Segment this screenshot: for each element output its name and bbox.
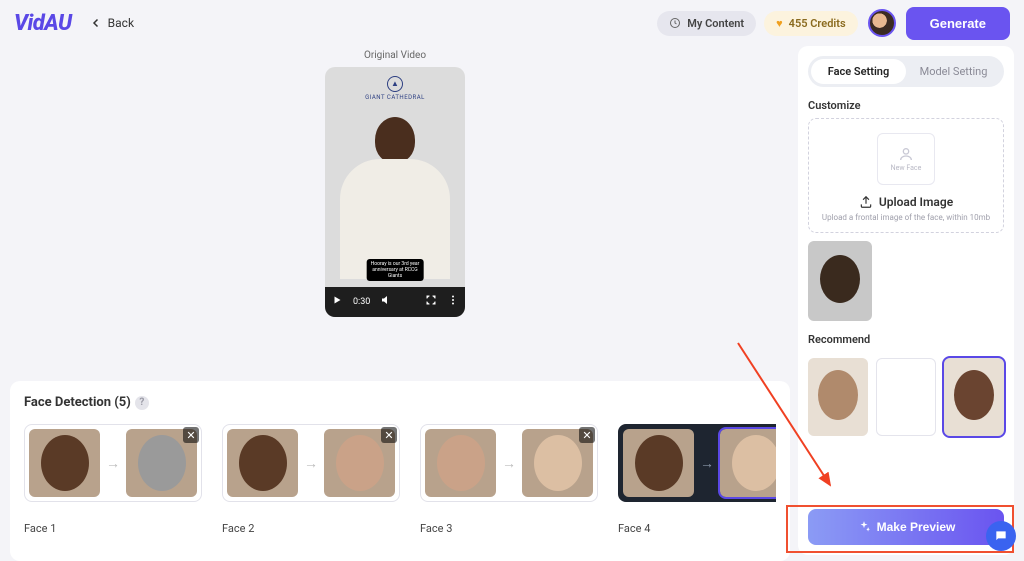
play-icon[interactable] — [331, 294, 343, 310]
heart-icon: ♥ — [776, 17, 783, 30]
face-item-4[interactable]: → ✕ Face 4 — [618, 424, 776, 535]
close-icon[interactable]: ✕ — [183, 427, 199, 443]
my-content-label: My Content — [687, 17, 744, 30]
original-video-label: Original Video — [0, 50, 790, 61]
recommend-face-2[interactable] — [876, 358, 936, 436]
customize-label: Customize — [808, 99, 1004, 112]
upload-box[interactable]: New Face Upload Image Upload a frontal i… — [808, 118, 1004, 233]
arrow-right-icon: → — [502, 455, 516, 472]
video-controls: 0:30 — [325, 287, 465, 317]
top-bar: VidAU Back My Content ♥ 455 Credits Gene… — [0, 0, 1024, 46]
close-icon[interactable]: ✕ — [579, 427, 595, 443]
chat-icon — [994, 529, 1008, 543]
more-icon[interactable] — [447, 294, 459, 310]
face-item-1[interactable]: → ✕ Face 1 — [24, 424, 202, 535]
close-icon[interactable]: ✕ — [381, 427, 397, 443]
clock-icon — [669, 17, 681, 29]
sidebar-tabs: Face Setting Model Setting — [808, 56, 1004, 87]
channel-logo-icon: ▲ — [387, 76, 403, 92]
chevron-left-icon — [90, 17, 102, 29]
face-item-2[interactable]: → ✕ Face 2 — [222, 424, 400, 535]
upload-image-button[interactable]: Upload Image — [817, 195, 995, 209]
face-label: Face 2 — [222, 522, 400, 535]
sidebar: Face Setting Model Setting Customize New… — [798, 46, 1014, 555]
upload-icon — [859, 195, 873, 209]
upload-hint: Upload a frontal image of the face, with… — [817, 213, 995, 222]
face-label: Face 1 — [24, 522, 202, 535]
face-item-3[interactable]: → ✕ Face 3 — [420, 424, 598, 535]
chat-support-button[interactable] — [986, 521, 1016, 551]
my-content-button[interactable]: My Content — [657, 11, 756, 36]
channel-title: GIANT CATHEDRAL — [325, 94, 465, 101]
back-button[interactable]: Back — [90, 16, 134, 30]
face-detection-panel: Face Detection (5) ? → ✕ Face 1 → ✕ Face… — [10, 381, 790, 561]
brand-logo: VidAU — [14, 11, 72, 36]
recommend-row — [808, 358, 1004, 436]
volume-icon[interactable] — [380, 294, 392, 310]
face-detection-title: Face Detection (5) ? — [24, 395, 776, 410]
recommend-face-3[interactable] — [944, 358, 1004, 436]
face-label: Face 3 — [420, 522, 598, 535]
video-time: 0:30 — [353, 297, 370, 307]
arrow-right-icon: → — [700, 455, 714, 472]
back-label: Back — [108, 16, 134, 30]
new-face-label: New Face — [891, 164, 922, 172]
new-face-card[interactable]: New Face — [877, 133, 935, 185]
uploaded-face-thumbnail[interactable] — [808, 241, 872, 321]
tab-model-setting[interactable]: Model Setting — [906, 59, 1001, 84]
face-label: Face 4 — [618, 522, 776, 535]
avatar[interactable] — [868, 9, 896, 37]
make-preview-button[interactable]: Make Preview — [808, 509, 1004, 545]
tab-face-setting[interactable]: Face Setting — [811, 59, 906, 84]
credits-pill[interactable]: ♥ 455 Credits — [764, 11, 858, 36]
recommend-face-1[interactable] — [808, 358, 868, 436]
person-icon — [898, 146, 914, 162]
arrow-right-icon: → — [304, 455, 318, 472]
preview-area: Original Video ▲ GIANT CATHEDRAL Hooray … — [0, 46, 790, 375]
generate-button[interactable]: Generate — [906, 7, 1010, 40]
help-icon[interactable]: ? — [135, 396, 149, 410]
video-player[interactable]: ▲ GIANT CATHEDRAL Hooray is our 3rd year… — [325, 67, 465, 317]
fullscreen-icon[interactable] — [425, 294, 437, 310]
sparkle-icon — [857, 520, 871, 534]
credits-label: 455 Credits — [789, 17, 846, 30]
arrow-right-icon: → — [106, 455, 120, 472]
recommend-label: Recommend — [808, 333, 1004, 346]
video-caption: Hooray is our 3rd year anniversary at RC… — [367, 259, 424, 281]
